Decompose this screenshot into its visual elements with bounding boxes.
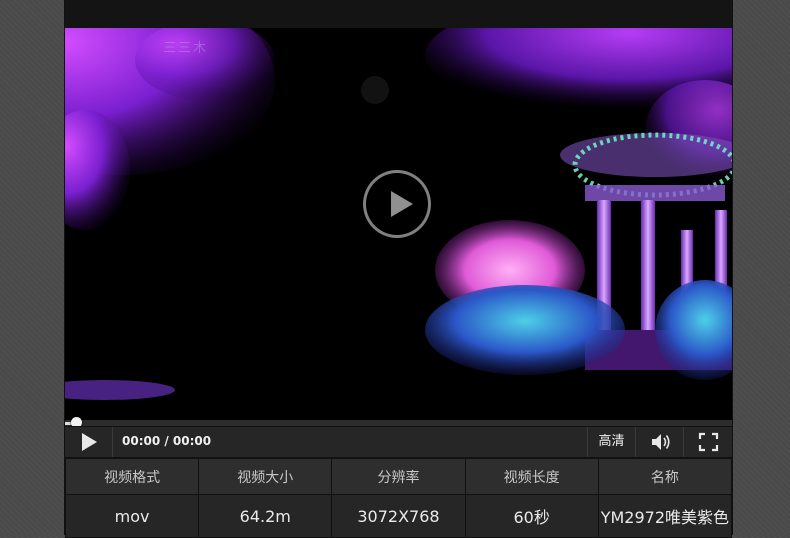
table-row: mov 64.2m 3072X768 60秒 YM2972唯美紫色 [64,494,733,538]
value-name: YM2972唯美紫色 [597,494,733,538]
fullscreen-button[interactable] [683,427,732,457]
header-resolution: 分辨率 [331,458,466,495]
play-button[interactable] [65,427,113,457]
volume-icon [652,434,670,450]
video-player: 三三木 00:00 / 00:00 高清 视频格式 视频大小 分辨率 视频长度 … [64,0,733,538]
control-bar: 00:00 / 00:00 高清 [65,426,732,458]
header-format: 视频格式 [64,458,200,495]
video-top-band [65,0,732,28]
table-header-row: 视频格式 视频大小 分辨率 视频长度 名称 [64,458,733,495]
fullscreen-icon [698,432,719,452]
big-play-button[interactable] [363,170,431,238]
header-name: 名称 [597,458,733,495]
video-frame[interactable]: 三三木 [65,0,732,420]
value-size: 64.2m [198,494,333,538]
video-info-table: 视频格式 视频大小 分辨率 视频长度 名称 mov 64.2m 3072X768… [64,458,733,538]
watermark: 三三木 [163,41,209,56]
value-resolution: 3072X768 [331,494,466,538]
quality-button[interactable]: 高清 [587,427,635,457]
value-format: mov [64,494,200,538]
header-size: 视频大小 [198,458,333,495]
time-display: 00:00 / 00:00 [122,434,212,448]
volume-button[interactable] [635,427,683,457]
header-duration: 视频长度 [464,458,599,495]
value-duration: 60秒 [464,494,599,538]
